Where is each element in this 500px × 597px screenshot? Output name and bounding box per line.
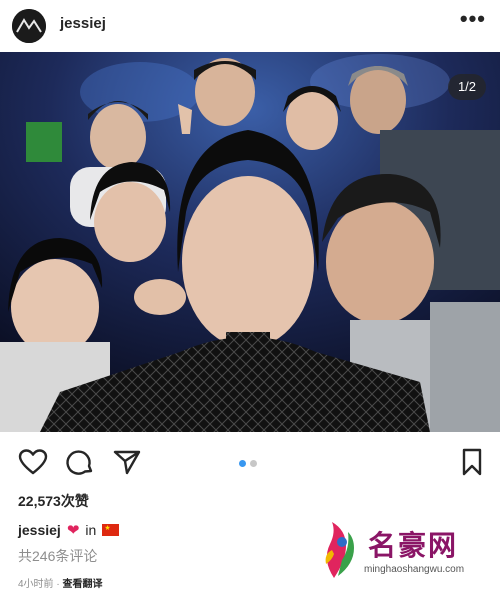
group-selfie-image <box>0 52 500 432</box>
watermark-logo-icon <box>325 522 354 578</box>
watermark-name: 名豪网 <box>368 530 459 561</box>
post-timestamp: 4小时前 · 查看翻译 <box>18 575 102 590</box>
comment-icon[interactable] <box>64 446 96 478</box>
carousel-indicator <box>239 460 257 467</box>
see-translation-link[interactable]: 查看翻译 <box>62 579 102 590</box>
carousel-dot <box>250 460 257 467</box>
post-header: jessiej ••• <box>0 0 500 52</box>
site-watermark: 名豪网 minghaoshangwu.com <box>320 518 492 588</box>
avatar[interactable] <box>12 9 46 43</box>
time-ago: 4小时前 <box>18 579 54 590</box>
post-photo[interactable]: 1/2 <box>0 52 500 432</box>
action-bar <box>0 440 500 484</box>
view-comments-link[interactable]: 共246条评论 <box>18 546 97 566</box>
like-heart-icon[interactable] <box>17 446 49 478</box>
share-icon[interactable] <box>111 446 143 478</box>
watermark-url: minghaoshangwu.com <box>364 564 465 575</box>
bookmark-icon[interactable] <box>456 446 488 478</box>
carousel-dot-active <box>239 460 246 467</box>
caption-username[interactable]: jessiej <box>18 522 61 538</box>
red-heart-emoji-icon: ❤ <box>66 522 80 539</box>
like-count[interactable]: 22,573次赞 <box>18 491 89 511</box>
post-username[interactable]: jessiej <box>60 15 106 32</box>
china-flag-icon: ★ <box>102 524 120 536</box>
caption-in: in <box>85 522 97 538</box>
caption: jessiej ❤ in ★ <box>18 521 120 539</box>
carousel-counter: 1/2 <box>448 74 486 100</box>
more-options-icon[interactable]: ••• <box>460 6 486 32</box>
